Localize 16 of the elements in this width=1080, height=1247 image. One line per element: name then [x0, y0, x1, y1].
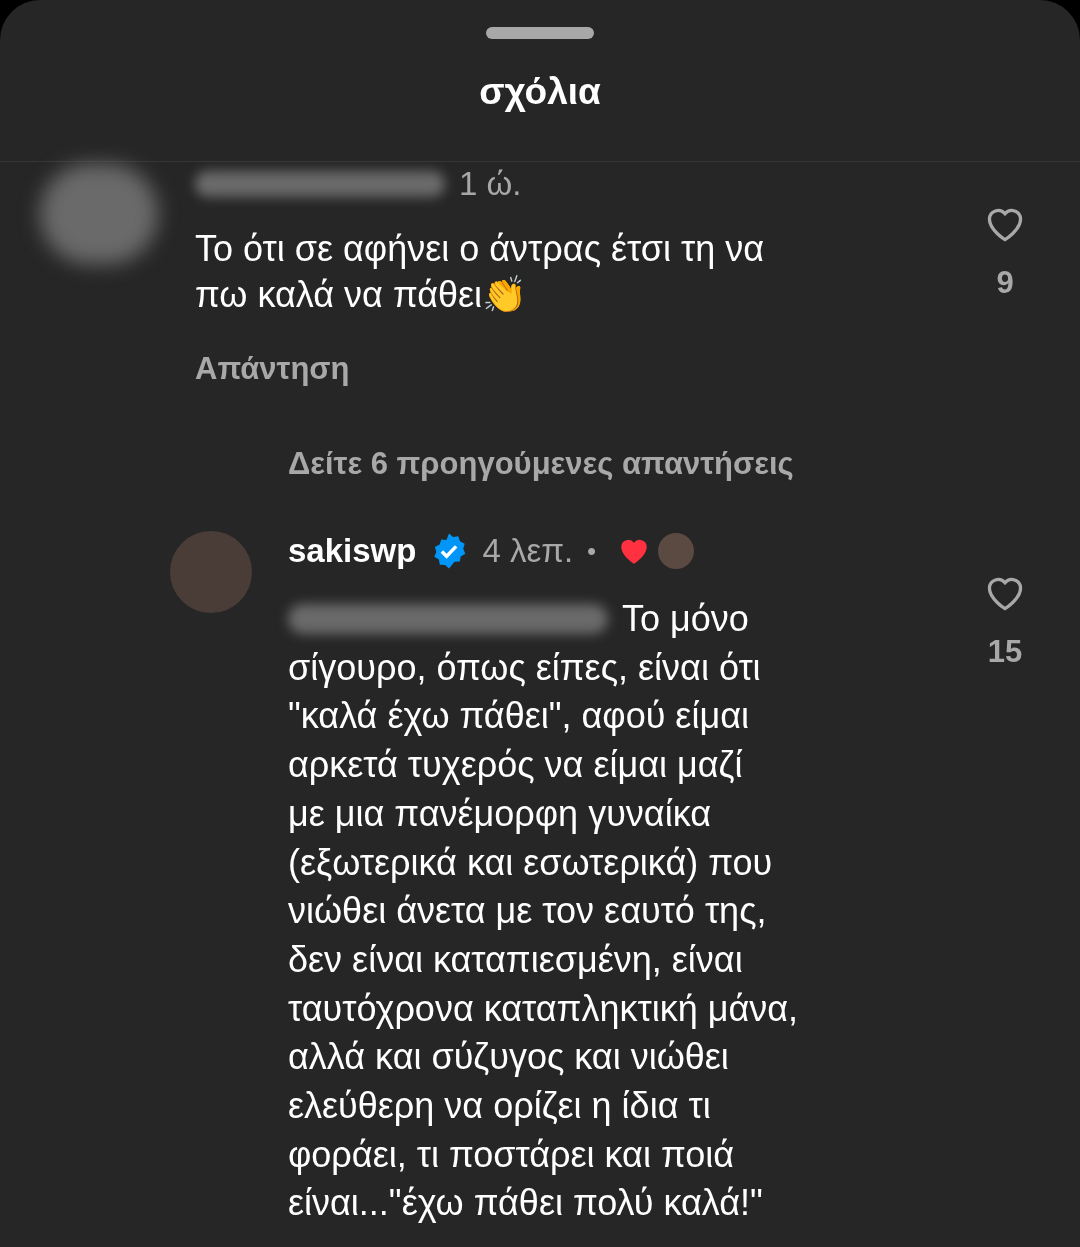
sheet-title: σχόλια	[479, 73, 601, 110]
username[interactable]: sakiswp	[288, 526, 417, 576]
comment-text: σίγουρο, όπως είπες, είναι ότι "καλά έχω πάθει", αφού είμαι αρκετά τυχερός να είμαι μαζί με μια πανέμορφη γυναίκα (εξωτερικά και εσωτερικά) που νιώθει άνετα με τον εαυτό της, δεν είναι καταπιεσμένη, είναι ταυτόχρονα καταπληκτική μάνα, αλλά και σύζυγος και νιώθει ελεύθερη να ορίζει η ίδια τι φοράει, τι ποστάρει και ποιά είναι..."έχω πάθει πολύ καλά!"	[288, 645, 800, 1226]
comment-time: 1 ώ.	[459, 164, 522, 205]
reactor-avatar	[658, 533, 695, 569]
avatar[interactable]	[40, 164, 158, 264]
like-count: 9	[996, 264, 1014, 302]
separator-dot: •	[587, 534, 597, 568]
like-count: 15	[987, 633, 1023, 671]
comment-text: Το ότι σε αφήνει ο άντρας έτσι τη να πω καλά να πάθει👏	[195, 227, 766, 317]
view-replies-link[interactable]: Δείτε 6 προηγούμενες απαντήσεις	[288, 445, 794, 481]
comment-text: Το μόνο	[622, 597, 749, 641]
comment-time: 4 λεπ.	[482, 531, 574, 572]
reply-link[interactable]: Απάντηση	[195, 346, 970, 393]
drag-handle[interactable]	[486, 27, 594, 39]
blurred-mention[interactable]	[288, 604, 608, 635]
